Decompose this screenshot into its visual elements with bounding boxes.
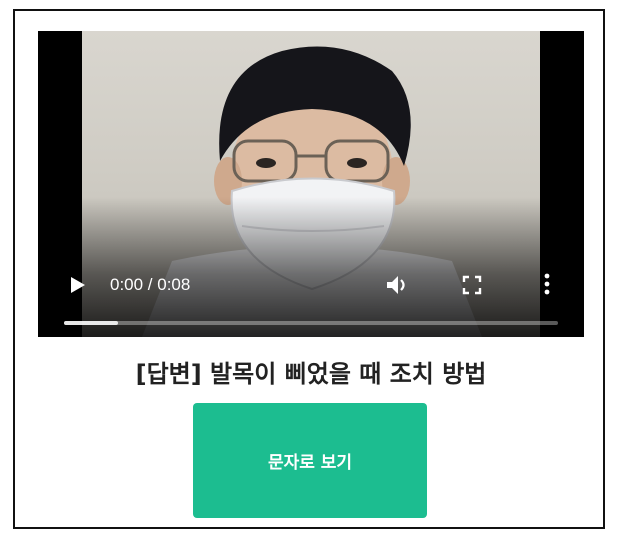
video-player[interactable]: 0:00 / 0:08: [38, 31, 584, 337]
fullscreen-button[interactable]: [462, 275, 482, 295]
video-title: [답변] 발목이 삐었을 때 조치 방법: [135, 360, 487, 388]
controls-gradient: [38, 197, 584, 337]
progress-buffered: [64, 321, 119, 325]
time-display: 0:00 / 0:08: [110, 275, 191, 294]
volume-icon: [387, 276, 405, 294]
more-options-button[interactable]: [544, 273, 550, 295]
progress-bar[interactable]: [64, 321, 558, 325]
video-card: 0:00 / 0:08 [답변] 발목이 삐었을 때 조치 방법 문자로 보기: [13, 9, 605, 529]
play-button[interactable]: [70, 276, 86, 294]
fullscreen-icon: [462, 275, 482, 295]
view-as-text-button[interactable]: 문자로 보기: [193, 403, 427, 518]
more-options-icon: [544, 273, 550, 295]
play-icon: [71, 277, 85, 293]
volume-button[interactable]: [386, 275, 410, 295]
